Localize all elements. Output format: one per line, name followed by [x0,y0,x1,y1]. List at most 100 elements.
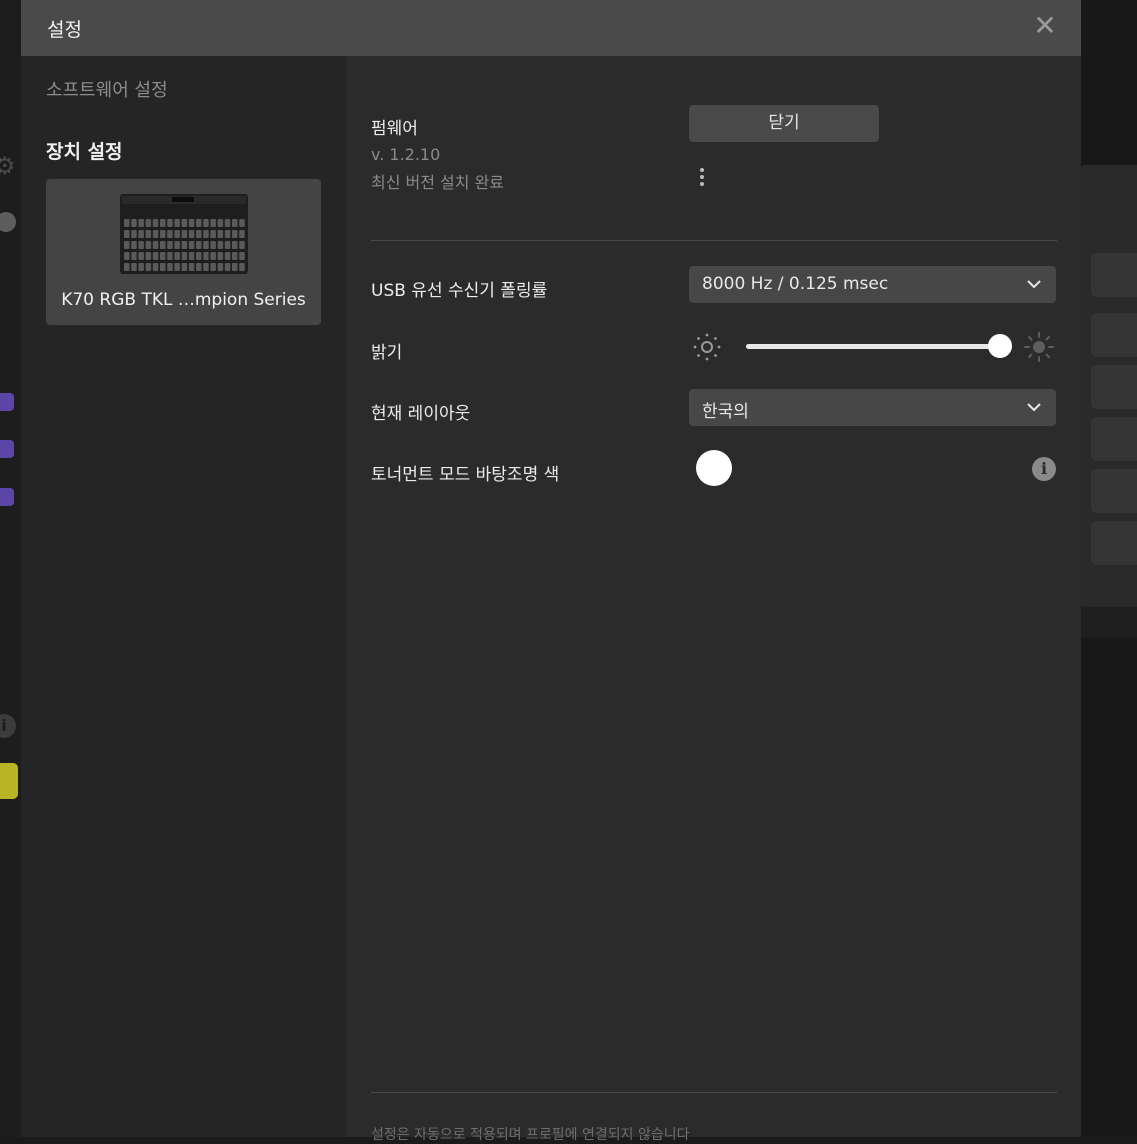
keyboard-key [210,252,216,260]
keyboard-key [232,230,238,238]
keyboard-key [203,219,209,227]
keyboard-layout-value: 한국의 [702,402,749,422]
background-key [1091,469,1137,513]
keyboard-key [232,252,238,260]
keyboard-key [145,230,152,238]
keyboard-key [210,219,216,227]
keyboard-key [174,263,180,271]
keyboard-key [145,263,152,271]
keyboard-layout-label: 현재 레이아웃 [371,404,471,424]
keyboard-key [167,219,173,227]
keyboard-key [188,263,195,271]
firmware-label: 펌웨어 [371,119,418,139]
keyboard-key [239,252,245,260]
keyboard-key [203,263,209,271]
nav-software-settings[interactable]: 소프트웨어 설정 [46,76,168,102]
keyboard-key [224,252,231,260]
keyboard-key [232,219,238,227]
section-divider [371,240,1057,241]
footer-note: 설정은 자동으로 적용되며 프로필에 연결되지 않습니다 [371,1127,690,1143]
keyboard-image [120,194,248,274]
settings-content: 펌웨어 v. 1.2.10 최신 버전 설치 완료 닫기 USB 유선 수신기 … [346,56,1081,1143]
keyboard-key [174,230,180,238]
keyboard-key [188,252,195,260]
background-key [1091,521,1137,565]
keyboard-key [174,252,180,260]
keyboard-key [181,263,188,271]
brightness-low-icon [693,333,721,361]
keyboard-key [239,241,245,249]
background-key [1091,417,1137,461]
keyboard-key [167,252,173,260]
polling-rate-select[interactable]: 8000 Hz / 0.125 msec [689,266,1056,303]
brightness-high-icon [1024,332,1054,362]
keyboard-key [210,241,216,249]
keyboard-key [217,219,224,227]
keyboard-key [167,241,173,249]
brightness-slider-thumb[interactable] [988,334,1012,358]
keyboard-key [174,219,180,227]
keyboard-key [210,263,216,271]
tournament-mode-color-label: 토너먼트 모드 바탕조명 색 [371,465,560,485]
settings-sidebar: 소프트웨어 설정 장치 설정 K70 RGB TKL …mpion Series [21,56,346,1137]
keyboard-key [138,230,144,238]
purple-tile [0,440,14,458]
toggle-knob [0,212,16,232]
keyboard-key [124,241,130,249]
keyboard-key [224,219,231,227]
firmware-status: 최신 버전 설치 완료 [371,173,505,192]
keyboard-key [160,230,166,238]
polling-rate-label: USB 유선 수신기 폴링률 [371,281,548,301]
keyboard-key [188,219,195,227]
tournament-color-swatch[interactable] [696,450,732,486]
background-band [1081,607,1137,637]
brightness-slider[interactable] [746,334,1012,358]
keyboard-key [203,252,209,260]
keyboard-key [174,241,180,249]
keyboard-key [145,219,152,227]
keyboard-key [131,263,137,271]
close-icon[interactable]: ✕ [1031,10,1059,42]
keyboard-key [181,241,188,249]
keyboard-key [196,263,202,271]
info-icon: i [0,714,16,738]
nav-device-settings[interactable]: 장치 설정 [46,137,123,164]
background-key [1091,253,1137,297]
keyboard-key [217,263,224,271]
gear-icon: ⚙ [0,152,16,180]
keyboard-key [124,230,130,238]
keyboard-key [131,252,137,260]
keyboard-key [232,263,238,271]
firmware-version: v. 1.2.10 [371,145,441,164]
keyboard-key [152,252,159,260]
keyboard-key [138,263,144,271]
keyboard-key [181,230,188,238]
keyboard-key [124,219,130,227]
keyboard-key [196,230,202,238]
background-app-left-strip: ⚙ i [0,0,21,1137]
keyboard-key [203,230,209,238]
background-key [1091,365,1137,409]
firmware-close-button[interactable]: 닫기 [689,105,879,142]
keyboard-key [210,230,216,238]
keyboard-key [196,219,202,227]
keyboard-key [138,219,144,227]
keyboard-key [152,219,159,227]
device-name: K70 RGB TKL …mpion Series [61,290,306,310]
keyboard-key [239,230,245,238]
keyboard-key [131,241,137,249]
brightness-label: 밝기 [371,343,403,363]
info-icon[interactable]: i [1032,457,1056,481]
device-card[interactable]: K70 RGB TKL …mpion Series [46,179,321,325]
polling-rate-value: 8000 Hz / 0.125 msec [702,274,889,294]
keyboard-key [152,230,159,238]
yellow-button [0,763,18,799]
keyboard-key [196,252,202,260]
keyboard-layout-select[interactable]: 한국의 [689,389,1056,426]
kebab-menu-icon[interactable] [696,168,708,190]
keyboard-key [145,241,152,249]
keyboard-key [138,252,144,260]
keyboard-key [239,219,245,227]
keyboard-key [131,219,137,227]
keyboard-key [124,252,130,260]
